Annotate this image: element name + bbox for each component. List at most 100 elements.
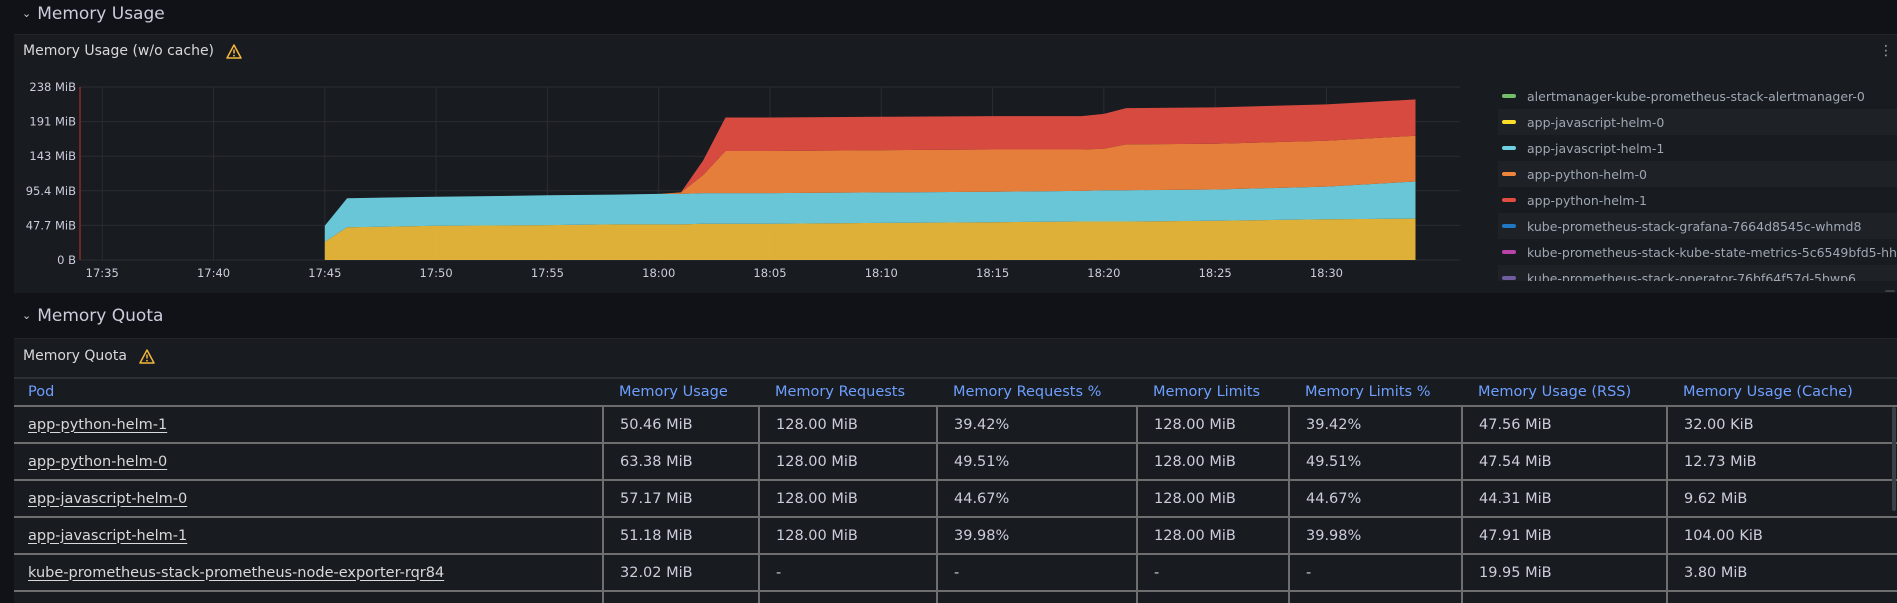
- legend-swatch: [1502, 146, 1516, 150]
- table-cell: 128.00 MiB: [1137, 517, 1290, 555]
- memory-quota-panel: Memory Quota Pod Memory Usage Memory Reque…: [14, 338, 1897, 603]
- table-row: app-python-helm-1 50.46 MiB 128.00 MiB 39.4…: [14, 406, 1897, 444]
- legend-item[interactable]: alertmanager-kube-prometheus-stack-alert…: [1498, 83, 1897, 109]
- legend-item[interactable]: app-python-helm-1: [1498, 187, 1897, 213]
- column-header[interactable]: Memory Usage (Cache): [1667, 377, 1897, 407]
- legend-item[interactable]: kube-prometheus-stack-kube-state-metrics…: [1498, 239, 1897, 265]
- table-cell: 128.00 MiB: [1137, 480, 1290, 518]
- legend-label: kube-prometheus-stack-kube-state-metrics…: [1527, 244, 1897, 260]
- panel-header[interactable]: Memory Quota: [23, 348, 155, 364]
- column-header[interactable]: Pod: [14, 377, 603, 407]
- table-cell: app-javascript-helm-1: [14, 517, 604, 555]
- x-axis: 17:35 17:40 17:45 17:50 17:55 18:00 18:05 18:10…: [86, 266, 1343, 280]
- table-row: app-javascript-helm-1 51.18 MiB 128.00 MiB…: [14, 517, 1897, 555]
- legend-label: app-javascript-helm-1: [1527, 140, 1665, 156]
- legend-swatch: [1502, 250, 1516, 254]
- x-tick-label: 17:45: [308, 266, 341, 280]
- y-tick-label: 0 B: [57, 253, 76, 267]
- row-header-memory-usage[interactable]: ⌄ Memory Usage: [0, 0, 1897, 28]
- x-tick-label: 18:25: [1199, 266, 1232, 280]
- legend-label: app-python-helm-0: [1527, 166, 1648, 182]
- legend-item[interactable]: kube-prometheus-stack-grafana-7664d8545c…: [1498, 213, 1897, 239]
- table-cell: 39.98%: [1289, 517, 1463, 555]
- legend-item[interactable]: kube-prometheus-stack-operator-76bf64f57…: [1498, 265, 1897, 281]
- column-header[interactable]: Memory Requests: [759, 377, 937, 407]
- table-cell: 32.00 KiB: [1667, 406, 1897, 444]
- table-cell: 44.67%: [1289, 480, 1463, 518]
- column-header[interactable]: Memory Limits %: [1289, 377, 1462, 407]
- row-header-memory-quota[interactable]: ⌄ Memory Quota: [0, 302, 1897, 330]
- y-tick-label: 143 MiB: [29, 149, 76, 163]
- legend-item[interactable]: app-python-helm-0: [1498, 161, 1897, 187]
- table-cell: 3.80 MiB: [1667, 554, 1897, 592]
- table-cell: [1137, 591, 1290, 603]
- table-cell: -: [759, 554, 938, 592]
- legend-item[interactable]: app-javascript-helm-1: [1498, 135, 1897, 161]
- legend-swatch: [1502, 198, 1516, 202]
- column-header[interactable]: Memory Requests %: [937, 377, 1137, 407]
- legend-swatch: [1502, 276, 1516, 280]
- x-tick-label: 18:10: [865, 266, 898, 280]
- memory-usage-panel: Memory Usage (w/o cache) ⋮ 0 B 47.7 MiB 95…: [14, 34, 1897, 293]
- table-cell: 47.54 MiB: [1462, 443, 1668, 481]
- pod-link[interactable]: app-javascript-helm-0: [28, 491, 187, 507]
- table-cell: [1462, 591, 1668, 603]
- chevron-down-icon: ⌄: [22, 6, 32, 20]
- chart-legend: alertmanager-kube-prometheus-stack-alert…: [1498, 83, 1897, 281]
- x-tick-label: 18:00: [642, 266, 675, 280]
- table-cell: app-python-helm-1: [14, 406, 604, 444]
- legend-scrollbar[interactable]: [1885, 290, 1895, 292]
- table-cell: 57.17 MiB: [603, 480, 760, 518]
- table-cell: -: [937, 554, 1138, 592]
- chart-series: [324, 99, 1416, 260]
- table-cell: 49.51%: [1289, 443, 1463, 481]
- memory-usage-chart[interactable]: 0 B 47.7 MiB 95.4 MiB 143 MiB 191 MiB 238 MiB…: [14, 35, 1484, 283]
- column-header[interactable]: Memory Usage: [603, 377, 759, 407]
- table-cell: kube-prometheus-stack-prometheus-node-ex…: [14, 554, 604, 592]
- table-scrollbar[interactable]: [1892, 407, 1896, 511]
- table-cell: 44.67%: [937, 480, 1138, 518]
- table-cell: 44.31 MiB: [1462, 480, 1668, 518]
- pod-link[interactable]: app-python-helm-1: [28, 417, 167, 433]
- table-cell: 51.18 MiB: [603, 517, 760, 555]
- table-cell: 49.51%: [937, 443, 1138, 481]
- table-cell: 39.42%: [937, 406, 1138, 444]
- memory-quota-table: Pod Memory Usage Memory Requests Memory Req…: [14, 377, 1897, 603]
- panel-title: Memory Quota: [23, 348, 127, 364]
- y-tick-label: 238 MiB: [29, 80, 76, 94]
- legend-label: kube-prometheus-stack-operator-76bf64f57…: [1527, 270, 1856, 282]
- table-cell: [937, 591, 1138, 603]
- table-cell: 19.95 MiB: [1462, 554, 1668, 592]
- warning-icon[interactable]: [139, 348, 155, 364]
- table-row: [14, 591, 1897, 603]
- legend-label: app-python-helm-1: [1527, 192, 1648, 208]
- x-tick-label: 17:35: [86, 266, 119, 280]
- x-tick-label: 18:05: [753, 266, 786, 280]
- table-cell: 47.56 MiB: [1462, 406, 1668, 444]
- panel-menu-icon[interactable]: ⋮: [1879, 43, 1893, 59]
- pod-link[interactable]: app-javascript-helm-1: [28, 528, 187, 544]
- y-tick-label: 95.4 MiB: [26, 184, 76, 198]
- pod-link[interactable]: app-python-helm-0: [28, 454, 167, 470]
- table-cell: [14, 591, 604, 603]
- column-header[interactable]: Memory Limits: [1137, 377, 1289, 407]
- row-title: Memory Quota: [37, 306, 164, 326]
- x-tick-label: 17:40: [197, 266, 230, 280]
- legend-swatch: [1502, 94, 1516, 98]
- pod-link[interactable]: kube-prometheus-stack-prometheus-node-ex…: [28, 565, 444, 581]
- table-cell: -: [1289, 554, 1463, 592]
- row-title: Memory Usage: [37, 4, 165, 24]
- table-cell: 63.38 MiB: [603, 443, 760, 481]
- table-header-row: Pod Memory Usage Memory Requests Memory Req…: [14, 377, 1897, 407]
- table-cell: 50.46 MiB: [603, 406, 760, 444]
- table-row: app-javascript-helm-0 57.17 MiB 128.00 MiB…: [14, 480, 1897, 518]
- column-header[interactable]: Memory Usage (RSS): [1462, 377, 1667, 407]
- table-cell: 128.00 MiB: [759, 443, 938, 481]
- table-cell: app-javascript-helm-0: [14, 480, 604, 518]
- legend-label: alertmanager-kube-prometheus-stack-alert…: [1527, 88, 1865, 104]
- table-cell: 128.00 MiB: [1137, 406, 1290, 444]
- table-cell: 128.00 MiB: [759, 517, 938, 555]
- table-cell: 128.00 MiB: [759, 480, 938, 518]
- legend-item[interactable]: app-javascript-helm-0: [1498, 109, 1897, 135]
- table-cell: -: [1137, 554, 1290, 592]
